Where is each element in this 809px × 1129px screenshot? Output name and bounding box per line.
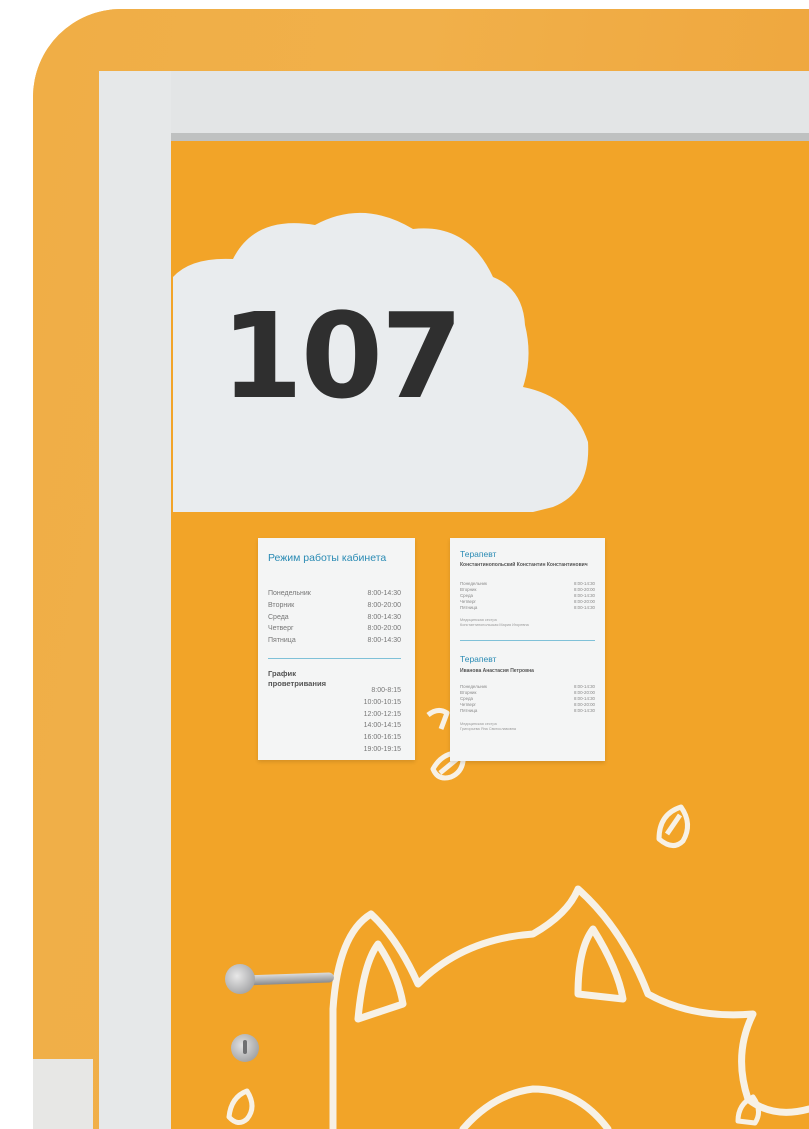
schedule-card: Режим работы кабинета Понедельник 8:00-14… xyxy=(258,538,415,760)
fox-ear-left xyxy=(354,940,407,1023)
schedule-row: Пятница 8:00-14:30 xyxy=(460,708,595,713)
divider xyxy=(268,658,401,659)
doctor2-role: Терапевт xyxy=(460,654,497,664)
fox-outline xyxy=(329,885,809,1129)
doctor2-nurse: Медицинская сестра Григорьева Яна Святос… xyxy=(460,722,516,732)
schedule-row: Понедельник 8:00-14:30 xyxy=(268,590,401,597)
leaf-icon xyxy=(656,804,690,848)
airing-times: 8:00-8:15 10:00-10:15 12:00-12:15 14:00-… xyxy=(318,685,401,756)
doctor1-nurse: Медицинская сестра Константинопольская М… xyxy=(460,618,529,628)
doctor1-role: Терапевт xyxy=(460,549,497,559)
leaf-icon xyxy=(226,1088,255,1125)
doctors-card: Терапевт Константинопольский Константин … xyxy=(450,538,605,761)
room-number: 107 xyxy=(220,287,463,425)
doctor1-schedule: Понедельник 8:00-14:30 Вторник 8:00-20:00 … xyxy=(460,581,595,611)
airing-time: 14:00-14:15 xyxy=(363,722,401,730)
schedule-row: Пятница 8:00-14:30 xyxy=(460,605,595,610)
airing-time: 16:00-16:15 xyxy=(363,734,401,742)
fox-ear-right xyxy=(574,925,627,1003)
leaf-icon xyxy=(735,1094,761,1126)
divider xyxy=(460,640,595,641)
schedule-row: Четверг 8:00-20:00 xyxy=(268,625,401,633)
airing-time: 19:00-19:15 xyxy=(363,745,401,753)
schedule-row: Вторник 8:00-20:00 xyxy=(268,601,401,609)
schedule-row: Среда 8:00-14:30 xyxy=(268,613,401,621)
fox-face xyxy=(459,1085,612,1129)
door-photo: 107 Режим работы кабинета Понедельник 8:0… xyxy=(33,9,809,1129)
airing-time: 8:00-8:15 xyxy=(371,687,401,694)
schedule-list: Понедельник 8:00-14:30 Вторник 8:00-20:00 … xyxy=(268,588,401,647)
airing-time: 12:00-12:15 xyxy=(363,710,401,718)
lock-slot-icon xyxy=(243,1040,247,1054)
doctor1-name: Константинопольский Константин Константи… xyxy=(460,562,588,568)
doctor2-name: Иванова Анастасия Петровна xyxy=(460,668,534,674)
schedule-row: Пятница 8:00-14:30 xyxy=(268,637,401,645)
schedule-title: Режим работы кабинета xyxy=(268,552,387,564)
wall-outlet xyxy=(33,1059,93,1129)
door-illustrations xyxy=(226,707,809,1129)
airing-time: 10:00-10:15 xyxy=(363,698,401,706)
doctor2-schedule: Понедельник 8:00-14:30 Вторник 8:00-20:00 … xyxy=(460,684,595,714)
leaf-icon xyxy=(426,707,450,730)
door-handle-rose xyxy=(225,964,255,994)
